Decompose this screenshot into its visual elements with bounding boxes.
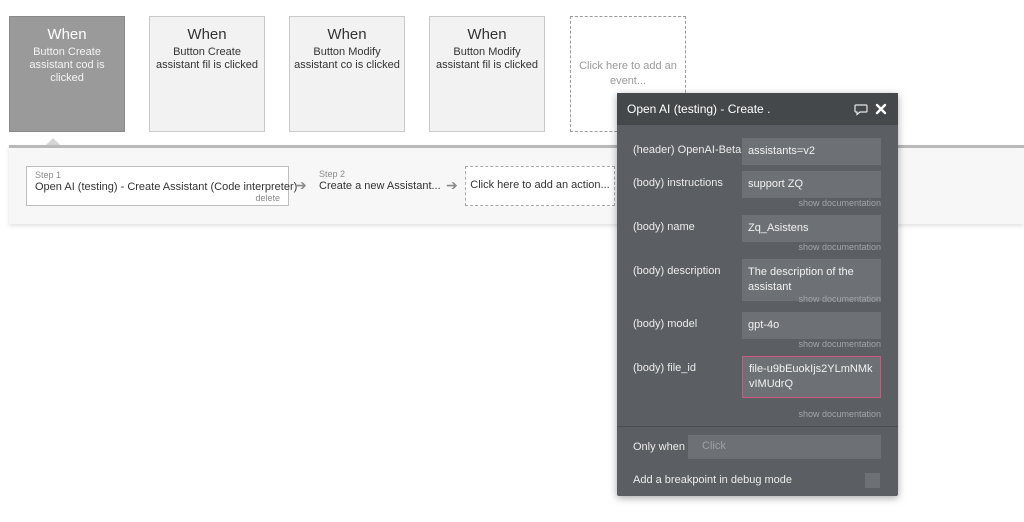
param-value-field[interactable]: support ZQ <box>742 171 881 198</box>
breakpoint-label: Add a breakpoint in debug mode <box>633 474 793 486</box>
step-2-card[interactable]: Step 2 Create a new Assistant... <box>311 166 441 206</box>
param-label: (body) instructions <box>633 177 723 189</box>
selected-event-pointer <box>46 138 60 145</box>
property-editor-panel: Open AI (testing) - Create . (header) Op… <box>617 93 898 496</box>
event-card-modify-assistant-code[interactable]: When Button Modify assistant co is click… <box>289 16 405 132</box>
param-value-field[interactable]: gpt-4o <box>742 312 881 339</box>
step-title: Create a new Assistant... <box>319 180 441 192</box>
arrow-right-icon: ➔ <box>295 177 307 193</box>
step-number: Step 2 <box>319 169 346 179</box>
param-label: (header) OpenAI-Beta <box>633 144 742 156</box>
panel-title: Open AI (testing) - Create . <box>627 102 771 116</box>
event-when-label: When <box>327 26 367 43</box>
comment-icon[interactable] <box>854 102 868 116</box>
param-value-field[interactable]: Zq_Asistens <box>742 215 881 242</box>
param-label: (body) name <box>633 221 695 233</box>
event-description: Button Create assistant fil is clicked <box>155 46 259 71</box>
event-when-label: When <box>467 26 507 43</box>
event-when-label: When <box>47 26 87 43</box>
param-value-field[interactable]: file-u9bEuokIjs2YLmNMkvIMUdrQ <box>742 356 881 398</box>
event-card-create-assistant-code[interactable]: When Button Create assistant cod is clic… <box>9 16 125 132</box>
arrow-right-icon: ➔ <box>446 177 458 193</box>
only-when-condition-field[interactable]: Click <box>688 435 881 459</box>
panel-header: Open AI (testing) - Create . <box>617 93 898 125</box>
step-1-card[interactable]: Step 1 Open AI (testing) - Create Assist… <box>26 166 298 206</box>
breakpoint-checkbox[interactable] <box>865 473 880 488</box>
event-description: Button Modify assistant fil is clicked <box>435 46 539 71</box>
event-when-label: When <box>187 26 227 43</box>
show-documentation-link[interactable]: show documentation <box>798 409 881 419</box>
panel-divider <box>617 426 898 427</box>
step-title: Open AI (testing) - Create Assistant (Co… <box>35 181 298 193</box>
event-description: Button Modify assistant co is clicked <box>294 46 400 71</box>
event-card-modify-assistant-file[interactable]: When Button Modify assistant fil is clic… <box>429 16 545 132</box>
show-documentation-link[interactable]: show documentation <box>798 339 881 349</box>
param-label: (body) file_id <box>633 362 696 374</box>
show-documentation-link[interactable]: show documentation <box>798 294 881 304</box>
event-card-create-assistant-file[interactable]: When Button Create assistant fil is clic… <box>149 16 265 132</box>
step-number: Step 1 <box>35 170 62 180</box>
delete-step-link[interactable]: delete <box>255 193 280 203</box>
param-label: (body) description <box>633 265 721 277</box>
close-icon[interactable] <box>874 102 888 116</box>
param-label: (body) model <box>633 318 698 330</box>
show-documentation-link[interactable]: show documentation <box>798 198 881 208</box>
param-value-field[interactable]: assistants=v2 <box>742 138 881 165</box>
add-action-button[interactable]: Click here to add an action... <box>465 166 615 206</box>
only-when-label: Only when <box>633 441 685 453</box>
event-description: Button Create assistant cod is clicked <box>29 46 105 84</box>
show-documentation-link[interactable]: show documentation <box>798 242 881 252</box>
